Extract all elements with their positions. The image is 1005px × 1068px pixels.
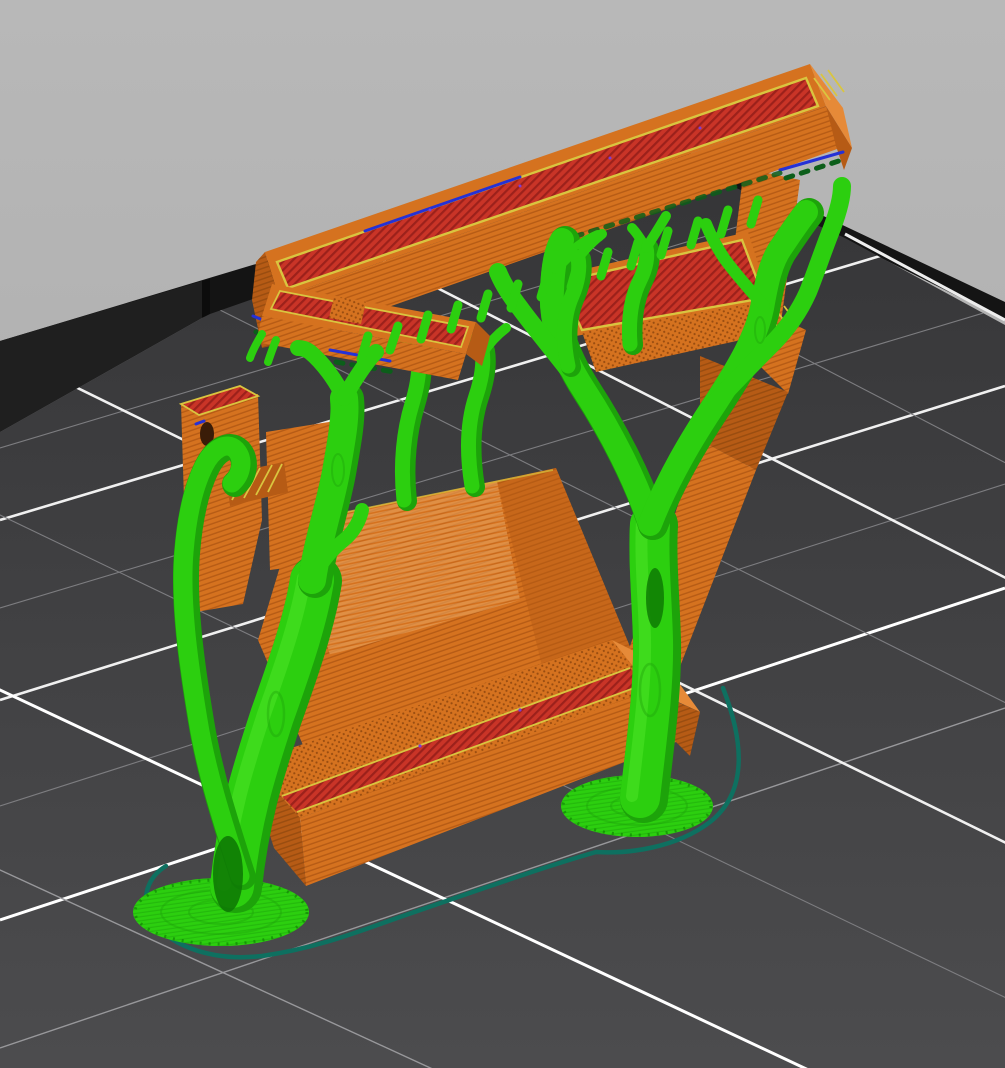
- gap-fill-speck: [608, 156, 612, 160]
- gap-fill-speck: [518, 708, 522, 712]
- trunk-knot: [646, 568, 664, 628]
- trunk-knot: [213, 836, 243, 912]
- gap-fill-speck: [428, 208, 432, 212]
- slicer-3d-viewport[interactable]: [0, 0, 1005, 1068]
- gap-fill-speck: [518, 184, 522, 188]
- gap-fill-speck: [418, 744, 422, 748]
- gap-fill-speck: [698, 126, 702, 130]
- plate-rim-crease: [202, 279, 210, 318]
